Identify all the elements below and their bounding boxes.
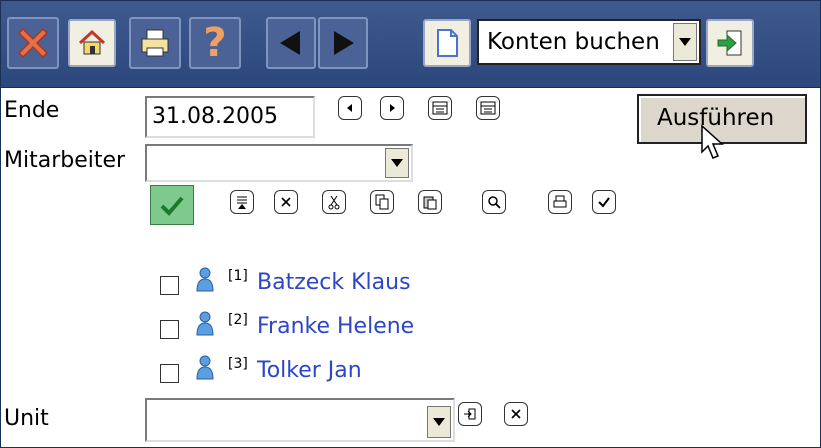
mitarbeiter-select[interactable] — [145, 144, 413, 182]
copy-icon — [375, 194, 389, 210]
list-up-icon — [237, 196, 247, 209]
calendar-button[interactable] — [428, 96, 452, 120]
calendar-range-button[interactable] — [476, 96, 500, 120]
enter-icon — [464, 408, 476, 420]
confirm-button[interactable] — [150, 185, 194, 225]
checkmark-icon — [598, 197, 610, 208]
action-select-value: Konten buchen — [487, 29, 660, 55]
go-button[interactable] — [706, 19, 754, 67]
employee-checkbox[interactable] — [160, 320, 179, 339]
unit-clear-button[interactable] — [504, 402, 528, 426]
copy-button[interactable] — [370, 190, 394, 214]
forward-button[interactable] — [318, 17, 368, 69]
cut-button[interactable] — [322, 190, 346, 214]
close-icon — [511, 409, 521, 419]
next-date-button[interactable] — [380, 96, 404, 120]
ende-label: Ende — [4, 98, 60, 123]
back-button[interactable] — [266, 17, 316, 69]
action-select-arrow[interactable] — [673, 23, 697, 61]
close-icon — [281, 197, 291, 207]
triangle-left-icon — [347, 104, 352, 112]
employee-index: [1] — [228, 268, 248, 284]
person-icon — [196, 355, 214, 380]
scissors-icon — [328, 195, 340, 210]
ende-date-value: 31.08.2005 — [152, 104, 278, 129]
list-up-button[interactable] — [230, 190, 254, 214]
previous-date-button[interactable] — [338, 96, 362, 120]
check-button[interactable] — [592, 190, 616, 214]
print-button-small[interactable] — [548, 190, 572, 214]
employee-name-link[interactable]: Franke Helene — [257, 314, 414, 339]
chevron-down-icon — [391, 159, 403, 167]
action-select[interactable]: Konten buchen — [477, 19, 701, 65]
employee-index: [3] — [228, 356, 248, 372]
document-icon — [437, 29, 458, 57]
close-button[interactable] — [7, 17, 59, 69]
ende-date-input[interactable]: 31.08.2005 — [145, 96, 315, 138]
top-toolbar: ? Konten buchen — [1, 1, 820, 88]
search-button[interactable] — [482, 190, 506, 214]
triangle-right-icon — [390, 104, 395, 112]
employee-name-link[interactable]: Batzeck Klaus — [257, 270, 411, 295]
calendar-icon — [480, 101, 496, 115]
delete-button[interactable] — [274, 190, 298, 214]
search-icon — [488, 196, 501, 209]
unit-select[interactable] — [145, 398, 455, 442]
unit-enter-button[interactable] — [458, 402, 482, 426]
checkmark-icon — [160, 196, 184, 216]
unit-select-arrow[interactable] — [427, 406, 451, 438]
print-icon — [141, 29, 169, 57]
help-icon: ? — [203, 20, 227, 66]
go-icon — [717, 30, 742, 56]
close-icon — [17, 27, 49, 59]
home-button[interactable] — [68, 19, 116, 67]
person-icon — [196, 267, 214, 292]
employee-checkbox[interactable] — [160, 364, 179, 383]
back-icon — [280, 31, 300, 55]
unit-label: Unit — [4, 406, 49, 431]
document-button[interactable] — [423, 19, 471, 67]
print-button[interactable] — [129, 17, 181, 69]
paste-button[interactable] — [418, 190, 442, 214]
print-icon — [553, 195, 567, 208]
chevron-down-icon — [679, 38, 691, 46]
employee-name-link[interactable]: Tolker Jan — [257, 358, 362, 383]
home-icon — [78, 29, 106, 55]
employee-checkbox[interactable] — [160, 276, 179, 295]
help-button[interactable]: ? — [189, 17, 241, 69]
mitarbeiter-label: Mitarbeiter — [4, 148, 126, 173]
calendar-icon — [432, 101, 448, 115]
mitarbeiter-select-arrow[interactable] — [385, 148, 409, 178]
forward-icon — [334, 31, 354, 55]
person-icon — [196, 311, 214, 336]
chevron-down-icon — [433, 418, 445, 426]
cursor-arrow-icon — [701, 124, 724, 159]
employee-index: [2] — [228, 312, 248, 328]
paste-icon — [423, 196, 437, 210]
